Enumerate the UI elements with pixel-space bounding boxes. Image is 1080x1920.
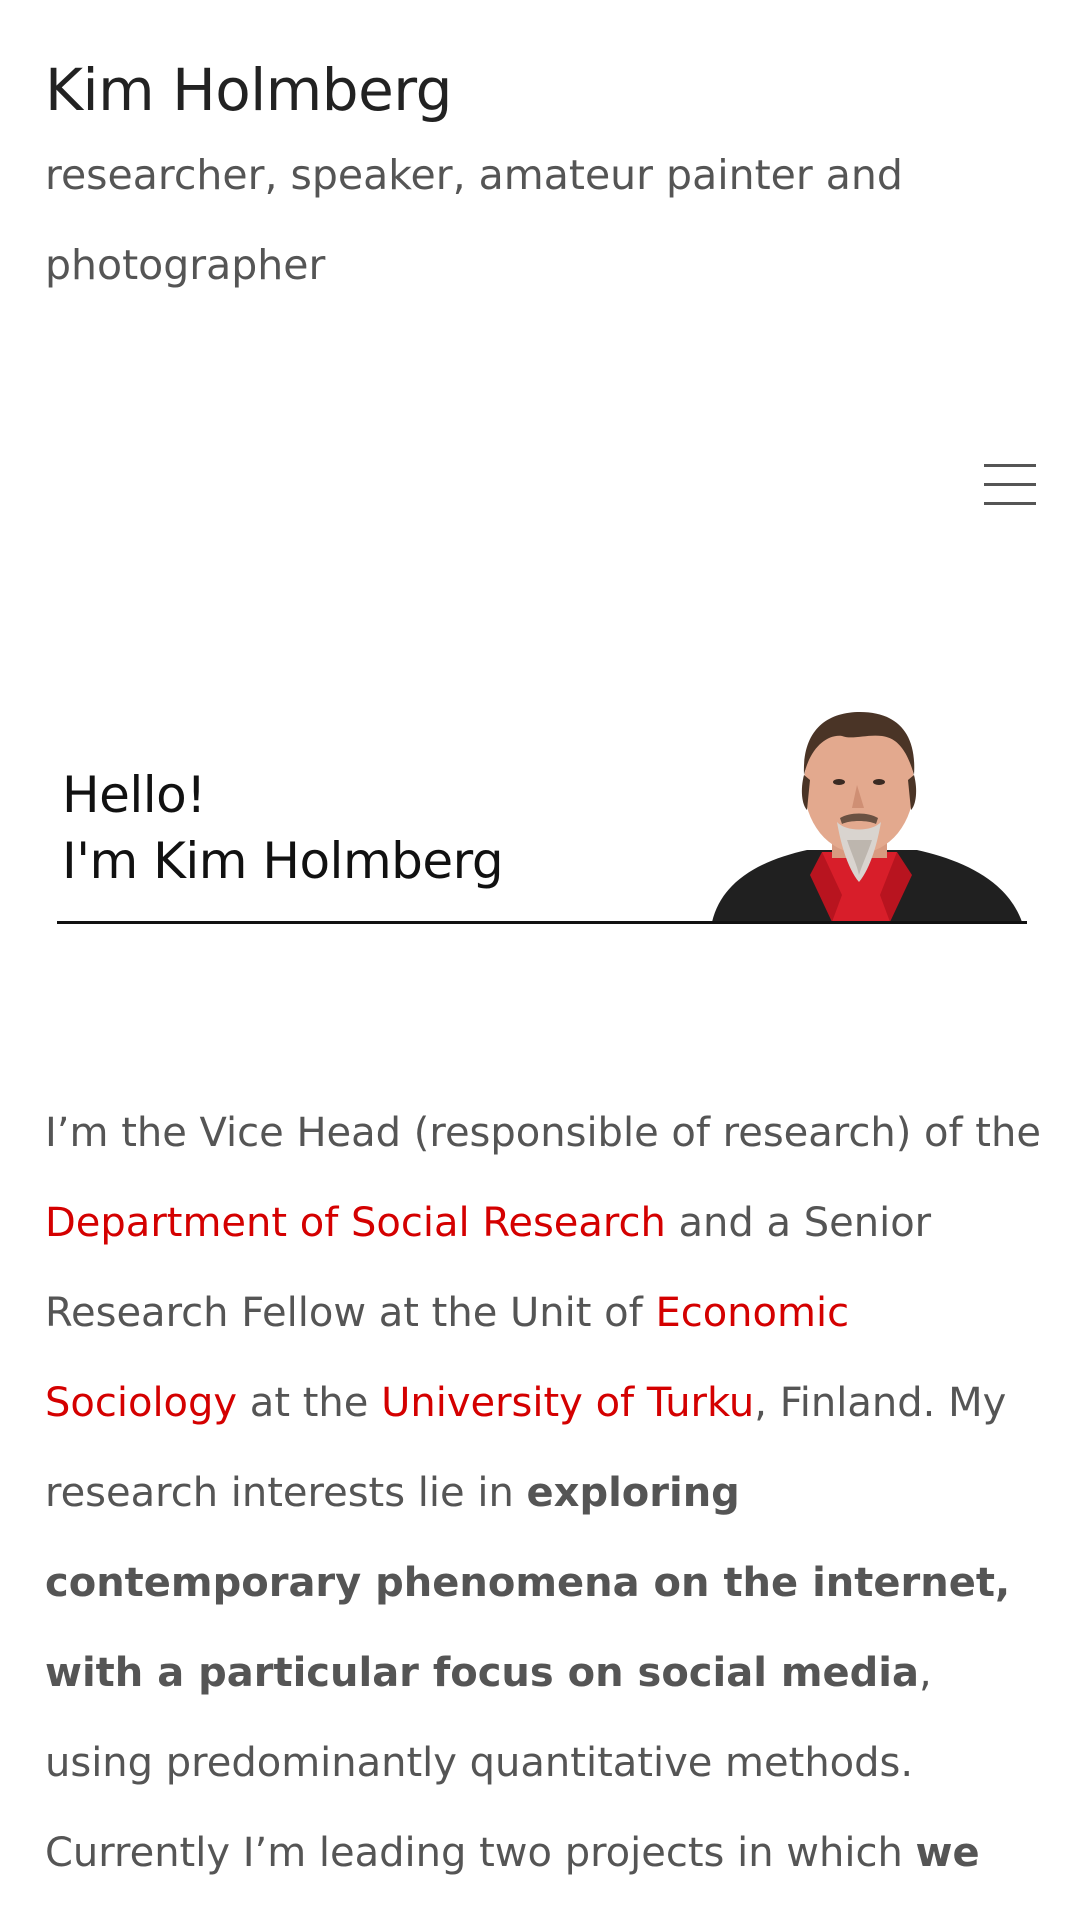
intro-text-1: I’m the Vice Head (responsible of resear… (45, 1110, 1041, 1156)
hero-divider (57, 921, 1027, 924)
portrait-photo (712, 712, 1022, 922)
hero-greeting-line-1: Hello! (62, 766, 206, 824)
intro-paragraph: I’m the Vice Head (responsible of resear… (45, 1088, 1045, 1920)
link-department-of-social-research[interactable]: Department of Social Research (45, 1200, 666, 1246)
menu-bar-bottom (984, 502, 1036, 505)
site-tagline: researcher, speaker, amateur painter and… (45, 151, 903, 289)
intro-text-3: at the (237, 1380, 382, 1426)
menu-bar-middle (984, 483, 1036, 486)
hero-greeting: Hello! I'm Kim Holmberg (62, 762, 504, 894)
link-university-of-turku[interactable]: University of Turku (381, 1380, 754, 1426)
hamburger-menu-icon[interactable] (982, 460, 1038, 510)
site-title[interactable]: Kim Holmberg (45, 52, 452, 128)
hero-greeting-line-2: I'm Kim Holmberg (62, 832, 504, 890)
menu-bar-top (984, 464, 1036, 467)
hero-banner: Hello! I'm Kim Holmberg (57, 690, 1027, 924)
